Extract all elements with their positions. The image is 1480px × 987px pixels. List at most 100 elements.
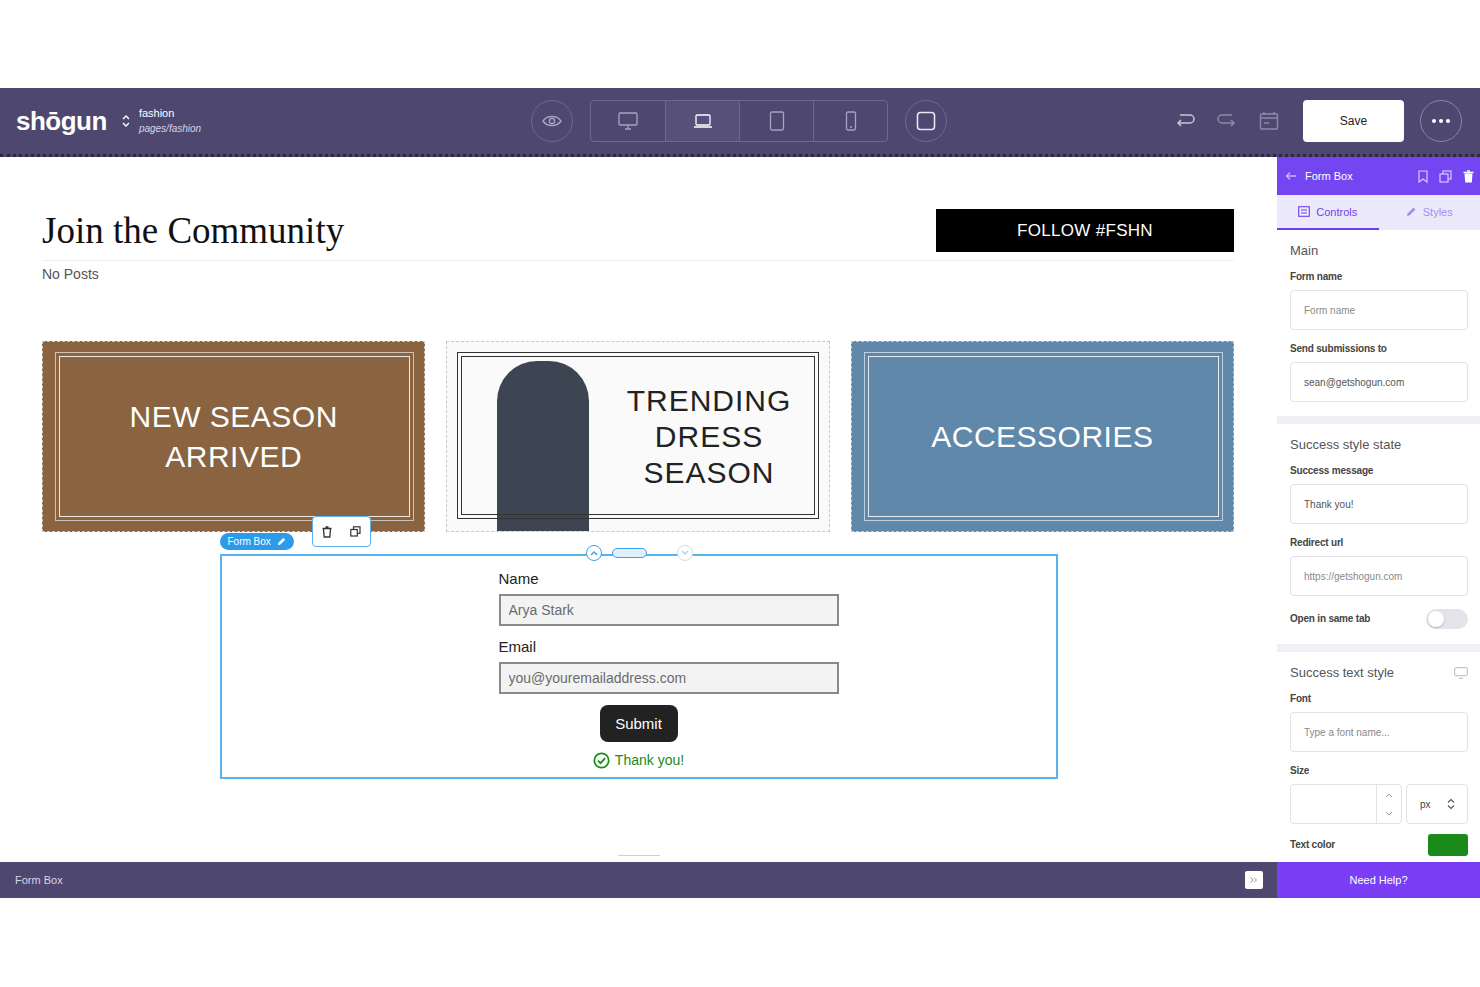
expand-button[interactable]	[1245, 871, 1263, 889]
toggle-switch[interactable]	[1426, 609, 1468, 629]
section-title: Success text style	[1290, 664, 1468, 682]
device-button[interactable]	[739, 101, 813, 141]
field-label: Text color	[1290, 838, 1335, 852]
move-up-handle[interactable]	[586, 545, 602, 561]
banner[interactable]: ACCESSORIES	[851, 341, 1234, 532]
panel-field: Redirect url	[1290, 536, 1468, 596]
undo-button[interactable]	[1169, 105, 1201, 137]
device-button[interactable]	[665, 101, 739, 141]
field-label: Size	[1290, 764, 1468, 778]
panel-tab[interactable]: Styles	[1379, 195, 1480, 230]
trash-icon[interactable]	[322, 526, 332, 538]
unit-select[interactable]: px	[1406, 784, 1468, 824]
logo[interactable]: shōgun	[16, 106, 107, 137]
panel-field: Success message	[1290, 464, 1468, 524]
banner-frame	[59, 356, 410, 517]
panel-title: Form Box	[1305, 170, 1410, 182]
fullscreen-button[interactable]	[905, 100, 947, 142]
color-swatch[interactable]	[1428, 834, 1468, 856]
back-arrow-icon[interactable]	[1285, 171, 1297, 181]
redo-button[interactable]	[1211, 105, 1243, 137]
undo-icon	[1174, 112, 1196, 130]
form-fields: NameEmail	[499, 570, 839, 694]
form-field-input[interactable]	[499, 662, 839, 694]
size-input-box	[1290, 784, 1402, 824]
more-dots-icon	[1431, 118, 1451, 124]
size-control: px	[1290, 784, 1468, 824]
eye-icon	[542, 114, 562, 128]
updown-chevron-icon[interactable]	[121, 113, 131, 129]
redo-icon	[1216, 112, 1238, 130]
community-header: Join the Community FOLLOW #FSHN	[42, 209, 1234, 261]
double-chevron-icon	[1250, 877, 1258, 883]
chevron-down-icon	[681, 550, 689, 556]
field-input[interactable]	[1290, 362, 1468, 402]
panel-field: Font	[1290, 692, 1468, 752]
monitor-icon[interactable]	[1454, 667, 1468, 679]
preview-button[interactable]	[531, 100, 573, 142]
check-circle-icon	[593, 752, 610, 769]
panel-field: Send submissions to	[1290, 342, 1468, 402]
submit-button[interactable]: Submit	[600, 705, 678, 742]
duplicate-icon[interactable]	[350, 526, 361, 537]
laptop-icon	[693, 113, 713, 129]
controls-icon	[1298, 206, 1310, 217]
form-field: Name	[499, 570, 839, 626]
app: shōgun fashionpages/fashion Save Join the C…	[0, 0, 1480, 987]
square-icon	[916, 111, 936, 131]
form-box[interactable]: NameEmailSubmitThank you!	[220, 554, 1058, 779]
selection-breadcrumb[interactable]: Form Box	[15, 874, 63, 886]
bottom-margin	[0, 898, 1480, 987]
chevron-down-icon[interactable]	[1385, 811, 1393, 817]
device-button[interactable]	[813, 101, 887, 141]
pencil-icon	[1406, 206, 1417, 217]
drag-handle[interactable]	[612, 548, 647, 558]
panel-tab-label: Controls	[1316, 206, 1357, 218]
field-input[interactable]	[1290, 290, 1468, 330]
color-row: Text color	[1290, 834, 1468, 856]
field-input[interactable]	[1290, 556, 1468, 596]
panel-tab[interactable]: Controls	[1277, 195, 1379, 230]
duplicate-icon[interactable]	[1439, 170, 1452, 183]
panel-tabs: Controls Styles	[1277, 195, 1480, 230]
move-down-handle[interactable]	[677, 545, 693, 561]
inspector-panel: Form BoxControlsStylesMainForm nameSend …	[1277, 157, 1480, 862]
banner[interactable]: NEW SEASON ARRIVED	[42, 341, 425, 532]
trash-icon[interactable]	[1463, 170, 1474, 183]
section-title-text: Success style state	[1290, 436, 1401, 454]
field-input[interactable]	[1290, 712, 1468, 752]
toggle-row: Open in same tab	[1290, 608, 1468, 630]
panel-header: Form Box	[1277, 157, 1480, 195]
panel-section: Success style state Success message Redire…	[1277, 424, 1480, 652]
banner[interactable]: TRENDING DRESS SEASON	[446, 341, 829, 532]
save-button[interactable]: Save	[1303, 100, 1404, 142]
page-heading[interactable]: Join the Community	[42, 209, 344, 252]
size-input[interactable]	[1291, 785, 1376, 823]
site-page: pages/fashion	[139, 121, 201, 137]
status-bar: Form Box Need Help?	[0, 862, 1480, 898]
unit-value: px	[1420, 799, 1431, 810]
help-button[interactable]: Need Help?	[1277, 862, 1480, 898]
section-title-text: Success text style	[1290, 664, 1394, 682]
field-input[interactable]	[1290, 484, 1468, 524]
schedule-button[interactable]	[1253, 105, 1285, 137]
more-button[interactable]	[1420, 100, 1462, 142]
site-text: fashionpages/fashion	[139, 105, 201, 137]
panel-field: Text color	[1290, 834, 1468, 856]
view-tools	[531, 100, 947, 142]
panel-tab-label: Styles	[1423, 206, 1453, 218]
panel-section: Success text style Font Size px Text color	[1277, 652, 1480, 862]
form-box-tag[interactable]: Form Box	[220, 533, 294, 550]
form-field-label: Name	[499, 570, 839, 588]
follow-button[interactable]: FOLLOW #FSHN	[936, 209, 1234, 252]
empty-note: No Posts	[42, 265, 1277, 283]
banner-frame	[461, 356, 814, 515]
pencil-icon	[277, 537, 286, 546]
form-field-input[interactable]	[499, 594, 839, 626]
site-switcher[interactable]: fashionpages/fashion	[121, 105, 201, 137]
panel-actions	[1418, 170, 1474, 183]
banner-title: NEW SEASON ARRIVED	[109, 397, 359, 477]
chevron-up-icon[interactable]	[1385, 792, 1393, 798]
bookmark-icon[interactable]	[1418, 170, 1428, 183]
device-button[interactable]	[591, 101, 665, 141]
